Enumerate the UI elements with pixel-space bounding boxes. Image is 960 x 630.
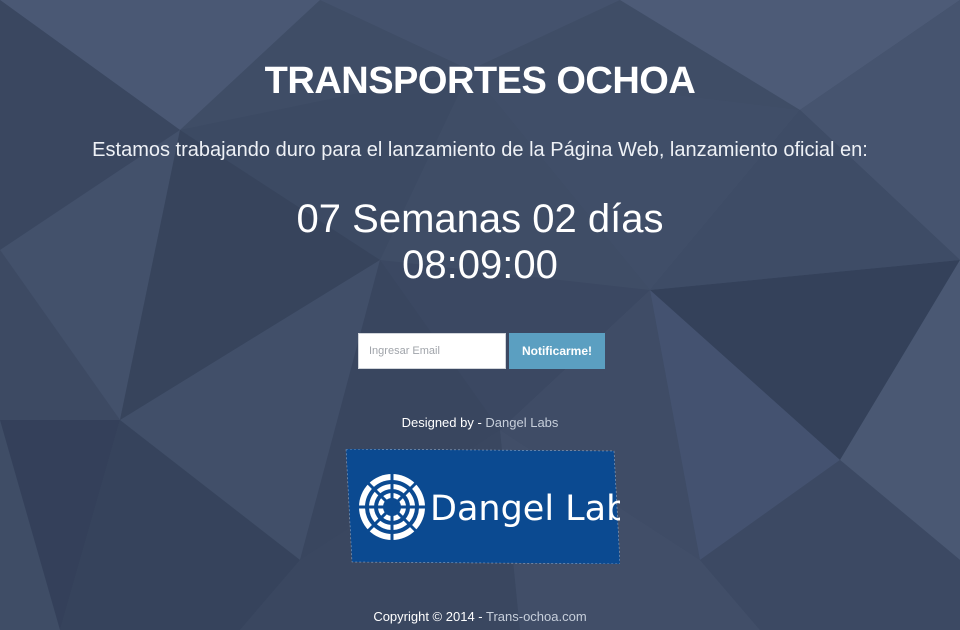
email-input[interactable] — [358, 333, 506, 369]
countdown-timer: 07 Semanas 02 días 08:09:00 — [0, 196, 960, 288]
dangel-labs-logo-icon — [358, 473, 426, 541]
page-title: TRANSPORTES OCHOA — [264, 60, 696, 102]
designer-credit: Designed by - Dangel Labs — [0, 415, 960, 430]
footer-site-link[interactable]: Trans-ochoa.com — [486, 609, 587, 624]
designer-credit-prefix: Designed by - — [401, 415, 486, 430]
copyright-text: Copyright © 2014 - — [373, 609, 486, 624]
countdown-weeks-days: 07 Semanas 02 días — [296, 197, 664, 241]
countdown-clock: 08:09:00 — [402, 243, 558, 287]
designer-link[interactable]: Dangel Labs — [485, 415, 558, 430]
subscribe-form: Notificarme! — [358, 333, 605, 369]
notify-button[interactable]: Notificarme! — [509, 333, 605, 369]
launch-page: TRANSPORTES OCHOA Estamos trabajando dur… — [0, 0, 960, 630]
logo-text: Dangel Labs — [430, 489, 620, 529]
launch-message: Estamos trabajando duro para el lanzamie… — [92, 139, 868, 161]
footer-copyright: Copyright © 2014 - Trans-ochoa.com — [0, 609, 960, 624]
dangel-labs-logo[interactable]: Dangel Labs — [344, 449, 620, 564]
